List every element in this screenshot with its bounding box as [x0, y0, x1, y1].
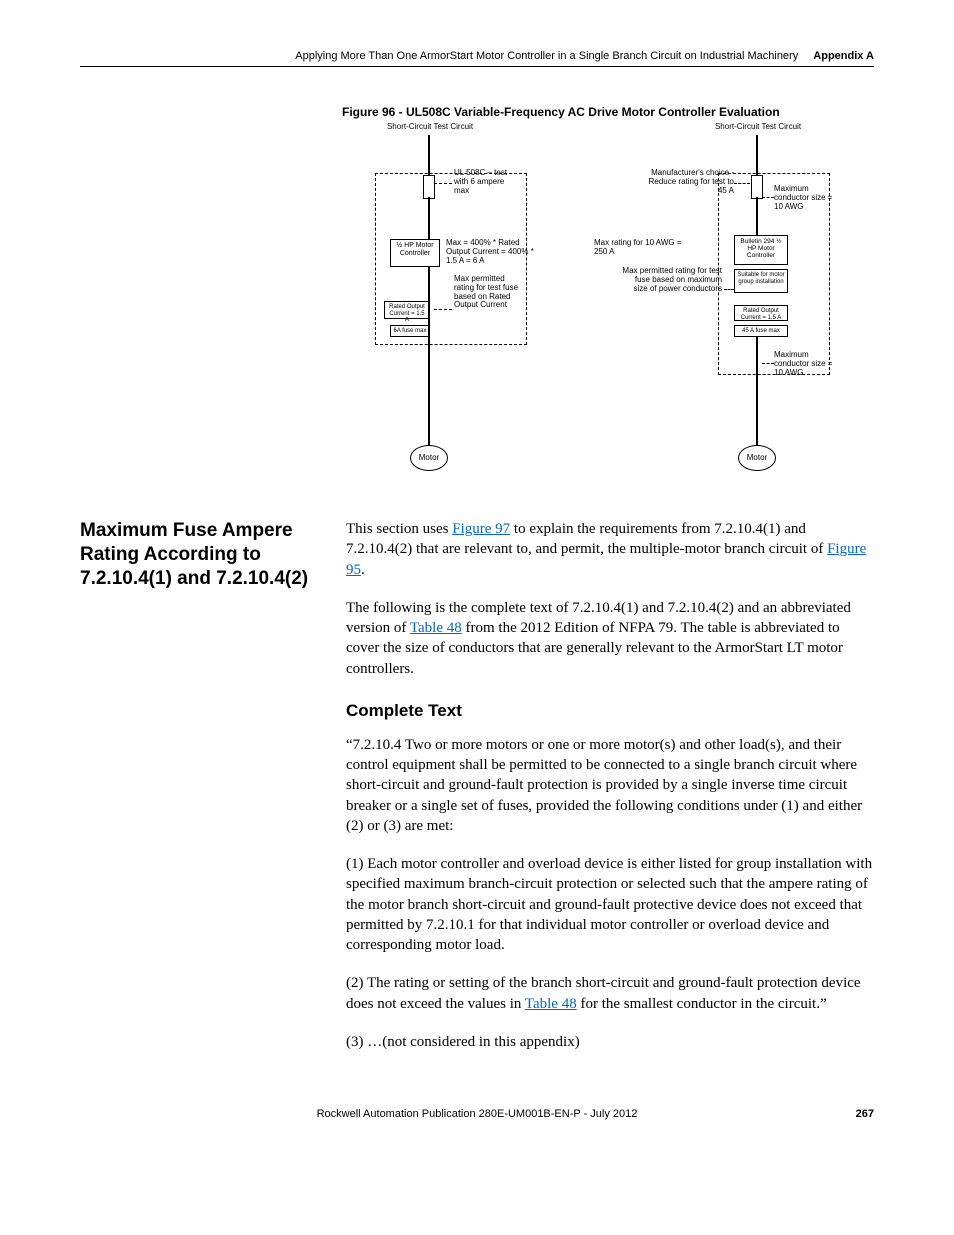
- permitted: Max permitted rating for test fuse based…: [454, 275, 524, 310]
- link-table-48[interactable]: Table 48: [410, 620, 462, 636]
- dash: [762, 363, 774, 364]
- quote-intro: “7.2.10.4 Two or more motors or one or m…: [346, 735, 874, 836]
- section-heading: Maximum Fuse Ampere Rating According to …: [80, 519, 316, 590]
- text: for the smallest conductor in the circui…: [577, 996, 827, 1012]
- para-2: The following is the complete text of 7.…: [346, 598, 874, 679]
- suitable-box: Suitable for motor group installation: [734, 269, 788, 293]
- para-1: This section uses Figure 97 to explain t…: [346, 519, 874, 580]
- wire: [756, 337, 758, 447]
- figure-96: Figure 96 - UL508C Variable-Frequency AC…: [342, 105, 874, 479]
- controller-box: ½ HP Motor Controller: [390, 239, 440, 267]
- wire: [428, 267, 430, 447]
- motor-icon: Motor: [410, 445, 448, 471]
- publication-id: Rockwell Automation Publication 280E-UM0…: [317, 1108, 638, 1120]
- fuse-max-r: 45 A fuse max: [734, 325, 788, 337]
- rated-output-r: Rated Output Current = 1.5 A: [734, 305, 788, 321]
- max-cond2: Maximum conductor size = 10 AWG: [774, 351, 834, 377]
- link-table-48-b[interactable]: Table 48: [525, 996, 577, 1012]
- permitted-r: Max permitted rating for test fuse based…: [622, 267, 722, 293]
- text: This section uses: [346, 521, 452, 537]
- running-title: Applying More Than One ArmorStart Motor …: [295, 50, 798, 62]
- quote-item-3: (3) …(not considered in this appendix): [346, 1032, 874, 1052]
- dash: [724, 289, 734, 290]
- text: .: [361, 562, 365, 578]
- rated-output: Rated Output Current = 1.5 A: [384, 301, 430, 319]
- appendix-label: Appendix A: [813, 50, 874, 62]
- figure-diagram: Short-Circuit Test Circuit UL 508C – tes…: [342, 119, 842, 479]
- fuse-max: 6A fuse max: [390, 325, 430, 337]
- link-figure-97[interactable]: Figure 97: [452, 521, 510, 537]
- controller-box-r: Bulletin 294 ½ HP Motor Controller: [734, 235, 788, 265]
- motor-icon: Motor: [738, 445, 776, 471]
- figure-caption: Figure 96 - UL508C Variable-Frequency AC…: [342, 105, 874, 119]
- dash: [434, 309, 452, 310]
- max-calc: Max = 400% * Rated Output Current = 400%…: [446, 239, 538, 265]
- page-footer: Rockwell Automation Publication 280E-UM0…: [80, 1108, 874, 1120]
- wire: [756, 135, 758, 177]
- right-top-label: Short-Circuit Test Circuit: [698, 123, 818, 132]
- quote-item-2: (2) The rating or setting of the branch …: [346, 973, 874, 1014]
- left-top-label: Short-Circuit Test Circuit: [370, 123, 490, 132]
- page-number: 267: [856, 1108, 874, 1120]
- wire: [428, 135, 430, 177]
- max-10awg: Max rating for 10 AWG = 250 A: [594, 239, 686, 257]
- running-header: Applying More Than One ArmorStart Motor …: [80, 50, 874, 67]
- subheading-complete-text: Complete Text: [346, 701, 874, 721]
- section-block: Maximum Fuse Ampere Rating According to …: [80, 519, 874, 1070]
- quote-item-1: (1) Each motor controller and overload d…: [346, 854, 874, 955]
